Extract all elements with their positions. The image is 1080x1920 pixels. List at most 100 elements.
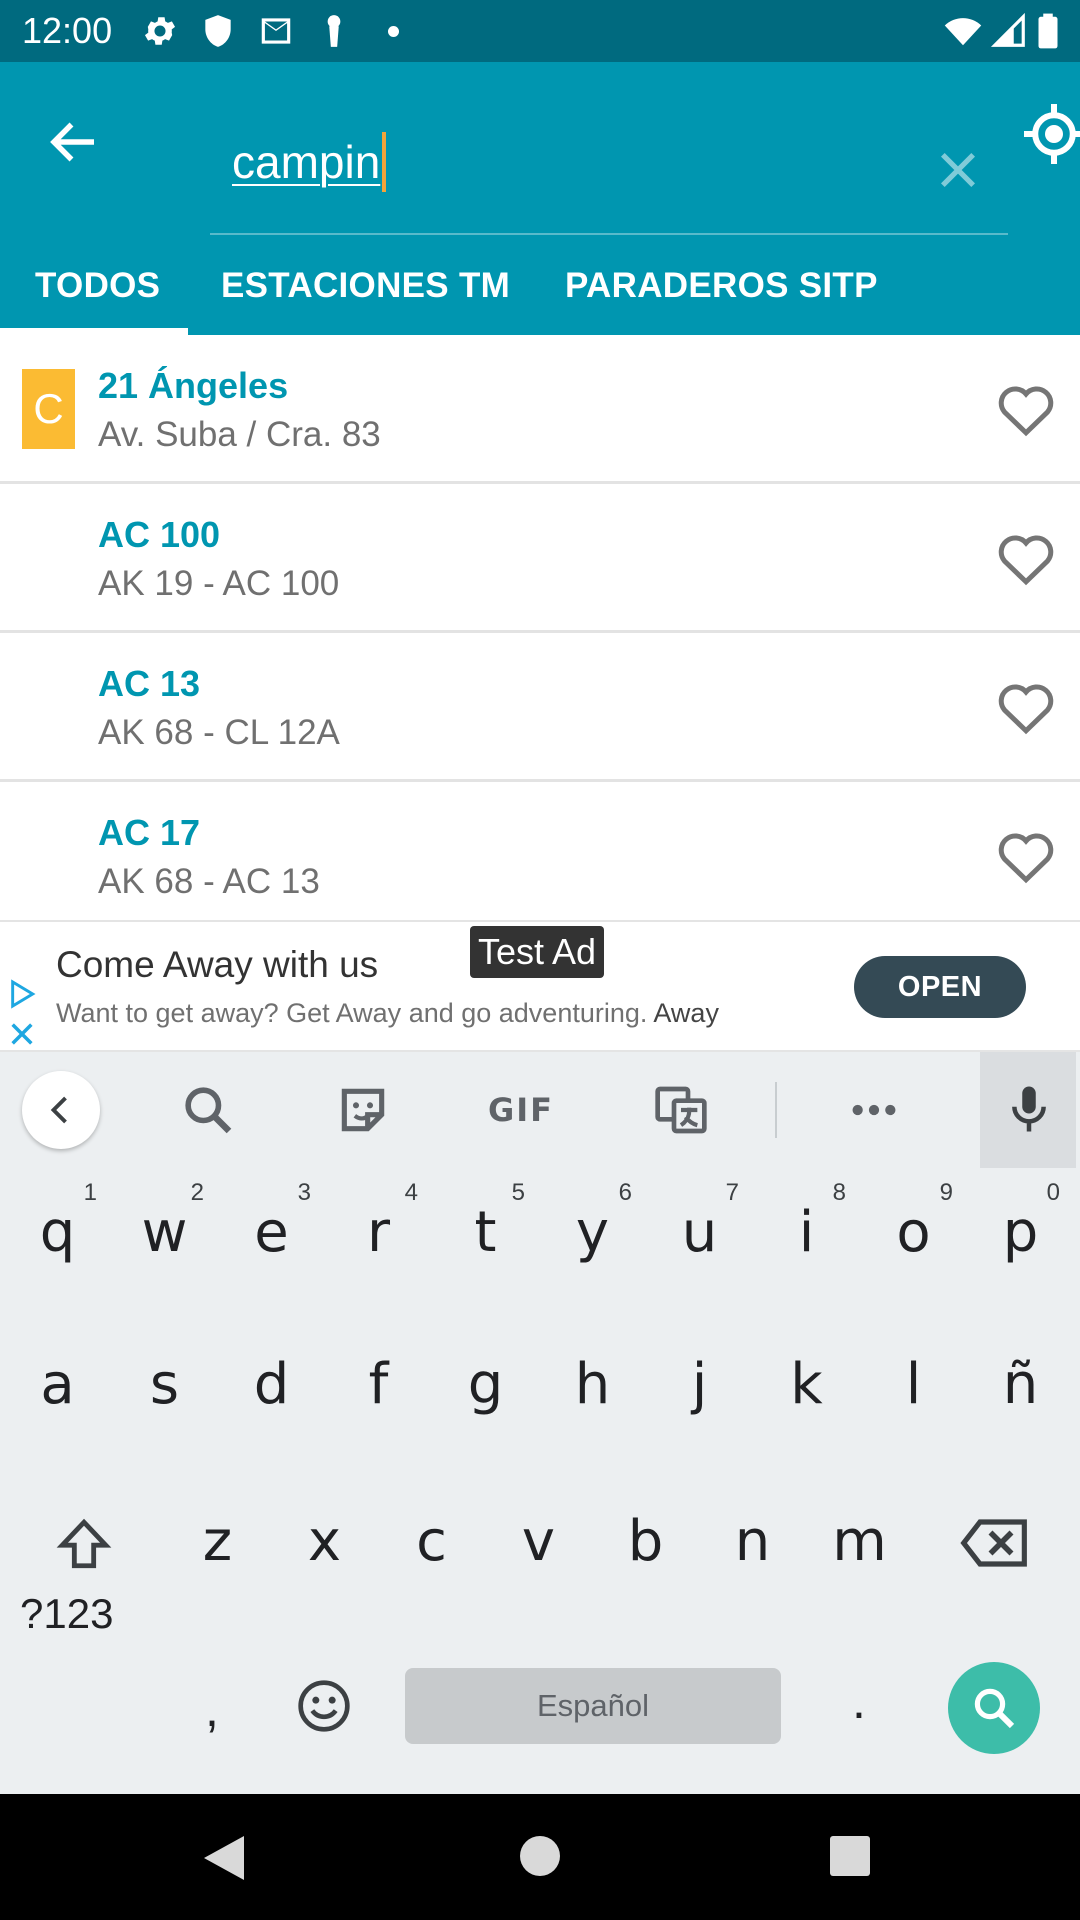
battery-icon [1038,13,1058,49]
status-bar: 12:00 [0,0,1080,62]
close-icon[interactable] [932,144,984,196]
key-z[interactable]: z [164,1477,271,1607]
shield-icon [205,15,231,47]
tab-bar: TODOS ESTACIONES TM PARADEROS SITP [0,236,1080,335]
favorite-heart-icon[interactable] [996,828,1056,884]
gif-icon[interactable]: GIF [486,1082,556,1138]
key-g[interactable]: g [432,1320,539,1450]
dot-icon [388,26,399,37]
back-arrow-icon[interactable] [44,112,104,172]
key-n[interactable]: n [699,1477,806,1607]
navigation-bar [0,1794,1080,1920]
key-k[interactable]: k [753,1320,860,1450]
key-m[interactable]: m [806,1477,913,1607]
voice-input-button[interactable] [980,1052,1076,1168]
tab-indicator [0,328,188,335]
list-item[interactable]: AC 17 AK 68 - AC 13 [0,782,1080,931]
status-time: 12:00 [22,10,113,51]
key-h[interactable]: h [539,1320,646,1450]
key-r[interactable]: r4 [325,1168,432,1298]
key-s[interactable]: s [111,1320,218,1450]
translate-icon[interactable] [653,1082,709,1138]
nav-recents-icon[interactable] [830,1836,870,1876]
backspace-icon [960,1519,1027,1567]
test-ad-label: Test Ad [470,926,605,978]
shift-icon [56,1518,112,1569]
key-t[interactable]: t5 [432,1168,539,1298]
ad-open-button[interactable]: OPEN [854,956,1026,1018]
search-icon [974,1688,1015,1729]
signal-icon [990,12,1025,47]
key-v[interactable]: v [485,1477,592,1607]
favorite-heart-icon[interactable] [996,381,1056,437]
key-a[interactable]: a [4,1320,111,1450]
key-p[interactable]: p0 [967,1168,1074,1298]
space-key[interactable]: Español [405,1668,781,1744]
search-icon[interactable] [180,1082,236,1138]
key-j[interactable]: j [646,1320,753,1450]
comma-key[interactable]: , [205,1680,219,1738]
result-title: AC 13 [98,663,201,704]
wifi-icon [944,18,982,46]
more-icon[interactable] [846,1082,902,1138]
key-n-tilde[interactable]: ñ [967,1320,1074,1450]
ad-banner[interactable]: Come Away with us Want to get away? Get … [0,920,1080,1052]
app-bar: campin TODOS ESTACIONES TM PARADEROS SIT… [0,62,1080,335]
tab-paraderos-sitp[interactable]: PARADEROS SITP [565,236,878,335]
tab-todos[interactable]: TODOS [35,236,160,335]
search-input[interactable]: campin [232,132,387,192]
search-action-key[interactable] [948,1662,1040,1754]
route-badge: C [22,369,75,449]
ad-choices-icon[interactable] [6,978,38,1010]
result-title: 21 Ángeles [98,365,289,406]
shift-key[interactable] [30,1477,137,1607]
emoji-icon[interactable] [296,1678,352,1734]
results-list: C 21 Ángeles Av. Suba / Cra. 83 AC 100 A… [0,335,1080,931]
chevron-left-icon [50,1096,67,1124]
favorite-heart-icon[interactable] [996,530,1056,586]
key-i[interactable]: i8 [753,1168,860,1298]
result-subtitle: AK 68 - CL 12A [98,713,340,752]
list-item[interactable]: C 21 Ángeles Av. Suba / Cra. 83 [0,335,1080,484]
tab-estaciones-tm[interactable]: ESTACIONES TM [221,236,510,335]
key-u[interactable]: u7 [646,1168,753,1298]
result-title: AC 100 [98,514,221,555]
text-caret [382,132,387,192]
key-x[interactable]: x [271,1477,378,1607]
keyhole-icon [327,15,341,47]
key-y[interactable]: y6 [539,1168,646,1298]
keyboard-collapse-button[interactable] [22,1071,100,1149]
result-subtitle: AK 19 - AC 100 [98,564,340,603]
my-location-icon[interactable] [1024,104,1080,164]
search-underline [210,233,1008,235]
key-e[interactable]: e3 [218,1168,325,1298]
sticker-icon[interactable] [335,1082,391,1138]
ad-description: Want to get away? Get Away and go advent… [56,998,719,1028]
period-key[interactable]: . [852,1672,866,1730]
list-item[interactable]: AC 13 AK 68 - CL 12A [0,633,1080,782]
nav-home-icon[interactable] [520,1836,560,1876]
key-d[interactable]: d [218,1320,325,1450]
key-w[interactable]: w2 [111,1168,218,1298]
favorite-heart-icon[interactable] [996,679,1056,735]
result-subtitle: Av. Suba / Cra. 83 [98,415,381,454]
key-l[interactable]: l [860,1320,967,1450]
mail-icon [261,18,291,44]
key-o[interactable]: o9 [860,1168,967,1298]
key-b[interactable]: b [592,1477,699,1607]
list-item[interactable]: AC 100 AK 19 - AC 100 [0,484,1080,633]
mic-icon [1012,1086,1046,1132]
result-title: AC 17 [98,812,201,853]
keyboard-toolbar: GIF [0,1052,1080,1168]
gear-icon [144,17,176,45]
symbols-key[interactable]: ?123 [20,1590,113,1638]
toolbar-divider [775,1082,777,1138]
backspace-key[interactable] [940,1477,1047,1607]
nav-back-icon[interactable] [204,1836,244,1880]
key-f[interactable]: f [325,1320,432,1450]
result-subtitle: AK 68 - AC 13 [98,862,320,901]
ad-close-icon[interactable] [8,1020,36,1048]
key-q[interactable]: q1 [4,1168,111,1298]
key-c[interactable]: c [378,1477,485,1607]
ad-title[interactable]: Come Away with us [56,944,378,986]
